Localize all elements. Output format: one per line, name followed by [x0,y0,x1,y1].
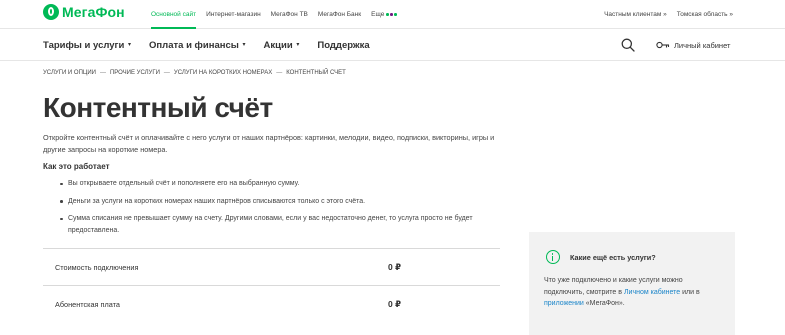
table-row: Абонентская плата 0 ₽ [43,285,500,322]
info-icon [546,250,560,264]
nav-support[interactable]: Поддержка [317,40,369,51]
nav-payment-label: Оплата и финансы [149,39,239,51]
more-dots-icon [386,13,397,16]
arrow-right-icon: — [163,70,170,76]
table-row: Стоимость подключения 0 ₽ [43,248,500,285]
top-bar: МегаФон Основной сайт Интернет-магазин М… [0,0,785,29]
nav-payment-finance[interactable]: Оплата и финансы ▾ [149,40,246,51]
price-value: 0 ₽ [388,299,402,309]
personal-cabinet-label: Личный кабинет [674,40,731,50]
nav-tariffs-services[interactable]: Тарифы и услуги ▾ [43,40,131,51]
list-item: Сумма списания не превышает сумму на сче… [60,213,500,236]
key-icon [656,41,670,49]
topnav-megafon-tv[interactable]: МегаФон ТВ [271,0,308,29]
caret-down-icon: ▾ [126,42,132,49]
price-table: Стоимость подключения 0 ₽ Абонентская пл… [43,248,500,322]
top-right-selectors: Частным клиентам » Томская область » [604,0,733,29]
topnav-megafon-bank[interactable]: МегаФон Банк [318,0,361,29]
megafon-logo-text: МегаФон [62,4,125,20]
region-label: Томская область [676,11,728,18]
chevron-right-icon: » [663,11,667,18]
app-link[interactable]: приложении [544,300,584,307]
main-nav: Тарифы и услуги ▾ Оплата и финансы ▾ Акц… [0,29,785,61]
megafon-logo[interactable]: МегаФон [43,4,125,20]
price-value: 0 ₽ [388,262,402,272]
page-title: Контентный счёт [43,92,273,123]
main-nav-menu: Тарифы и услуги ▾ Оплата и финансы ▾ Акц… [43,29,388,61]
price-label: Стоимость подключения [55,263,139,272]
card-text-middle: или в [680,288,700,296]
breadcrumb-item[interactable]: Услуги и опции [43,70,96,76]
breadcrumb: Услуги и опции — Прочие услуги — Услуги … [43,70,346,76]
arrow-right-icon: — [99,70,106,76]
breadcrumb-item[interactable]: Прочие услуги [110,70,160,76]
nav-promotions-label: Акции [263,39,293,51]
list-item: Вы открываете отдельный счёт и пополняет… [60,178,500,190]
card-text: Что уже подключено и какие услуги можно … [544,275,724,310]
nav-tariffs-label: Тарифы и услуги [43,39,125,51]
topnav-main-site[interactable]: Основной сайт [151,0,197,29]
breadcrumb-item[interactable]: Услуги на коротких номерах [174,70,272,76]
arrow-right-icon: — [276,70,283,76]
topnav-more-label: Еще [371,11,385,18]
page-lead-text: Откройте контентный счёт и оплачивайте с… [43,133,495,154]
how-it-works-heading: Как это работает [43,162,110,171]
topnav-more[interactable]: Еще [371,0,397,29]
price-label: Абонентская плата [55,300,120,309]
nav-promotions[interactable]: Акции ▾ [264,40,300,51]
personal-cabinet-button[interactable]: Личный кабинет [656,37,730,53]
megafon-logo-icon [43,4,59,20]
client-type-selector[interactable]: Частным клиентам » [604,11,667,18]
other-services-card: Какие ещё есть услуги? Что уже подключен… [529,232,735,335]
list-item: Деньги за услуги на коротких номерах наш… [60,196,500,208]
breadcrumb-current: Контентный счет [286,70,346,76]
chevron-right-icon: » [729,11,733,18]
card-title: Какие ещё есть услуги? [570,253,656,262]
personal-cabinet-link[interactable]: Личном кабинете [624,289,680,296]
card-text-after: «МегаФон». [583,300,625,307]
region-selector[interactable]: Томская область » [677,11,733,18]
caret-down-icon: ▾ [240,42,246,49]
search-icon[interactable] [620,37,636,53]
top-nav: Основной сайт Интернет-магазин МегаФон Т… [151,0,407,29]
how-it-works-list: Вы открываете отдельный счёт и пополняет… [60,178,500,242]
client-type-label: Частным клиентам [604,11,662,18]
caret-down-icon: ▾ [294,42,300,49]
topnav-online-shop[interactable]: Интернет-магазин [206,0,261,29]
